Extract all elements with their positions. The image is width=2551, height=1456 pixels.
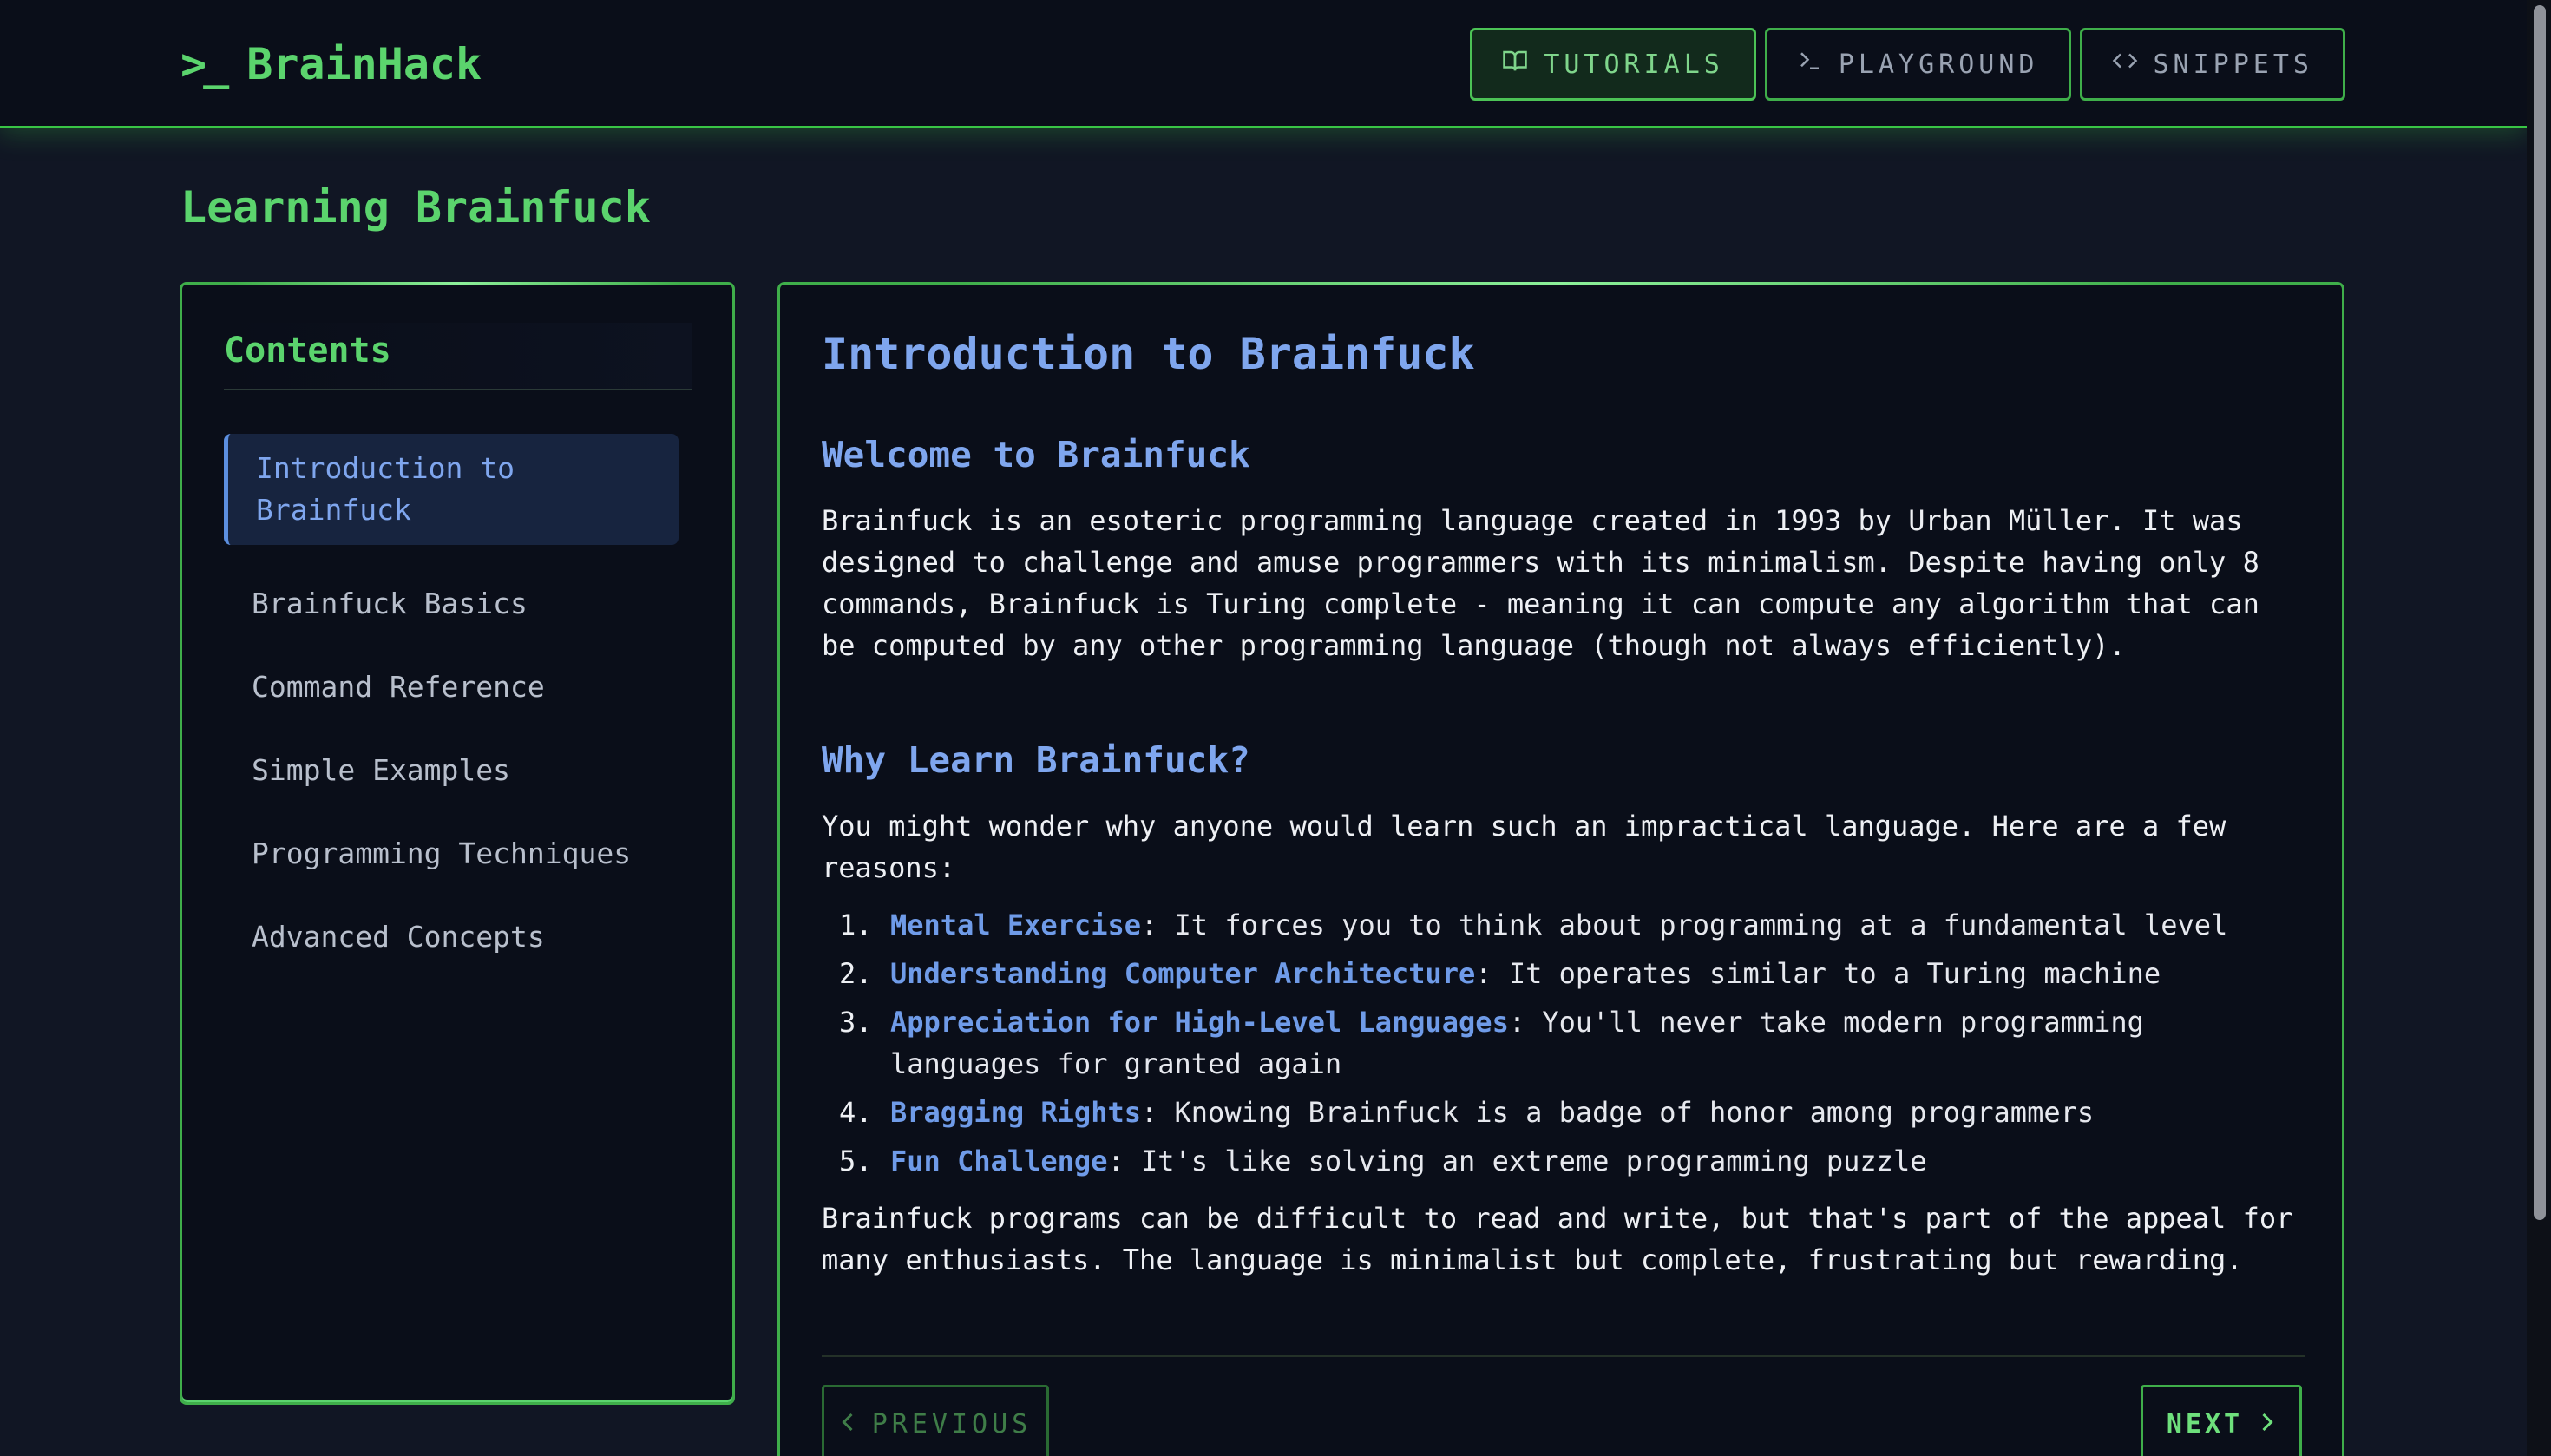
scrollbar-thumb[interactable] [2534,5,2546,1220]
reason-term: Appreciation for High-Level Languages [890,1006,1509,1039]
sidebar-item-label: Command Reference [252,670,545,704]
contents-heading: Contents [224,323,692,390]
list-item: 5. Fun Challenge: It's like solving an ex… [839,1144,1927,1177]
nav-snippets-label: SNIPPETS [2153,49,2313,80]
nav-tutorials-button[interactable]: TUTORIALS [1470,28,1756,101]
main-nav: TUTORIALS PLAYGROUND SNIPPETS [1470,28,2345,101]
reason-term: Mental Exercise [890,908,1141,941]
article-content: Introduction to Brainfuck Welcome to Bra… [822,326,2305,1281]
sidebar-item-simple-examples[interactable]: Simple Examples [224,729,679,812]
previous-label: PREVIOUS [871,1408,1033,1440]
brand-logo[interactable]: >_ BrainHack [180,36,482,92]
list-item: 4. Bragging Rights: Knowing Brainfuck is … [839,1096,2095,1129]
sidebar-item-label: Simple Examples [252,753,511,787]
article-title: Introduction to Brainfuck [822,329,1475,379]
terminal-icon [1797,48,1823,81]
contents-list: Introduction to Brainfuck Brainfuck Basi… [224,434,679,979]
sidebar-item-label: Brainfuck Basics [252,587,528,620]
reason-term: Fun Challenge [890,1144,1108,1177]
sidebar-item-programming-techniques[interactable]: Programming Techniques [224,812,679,895]
reasons-list: 1. Mental Exercise: It forces you to thin… [822,904,2305,1182]
list-item: 3. Appreciation for High-Level Languages:… [839,1006,2144,1080]
chevron-left-icon [839,1409,856,1440]
next-label: NEXT [2166,1408,2244,1440]
article-card: Introduction to Brainfuck Welcome to Bra… [777,282,2344,1456]
reason-term: Bragging Rights [890,1096,1141,1129]
nav-playground-button[interactable]: PLAYGROUND [1764,28,2071,101]
closing-paragraph: Brainfuck programs can be difficult to r… [822,1202,2293,1276]
reason-term: Understanding Computer Architecture [890,957,1476,990]
next-button[interactable]: NEXT [2141,1385,2302,1456]
top-header: >_ BrainHack TUTORIALS PLAYGROUND SNIPPE… [0,0,2527,128]
sidebar-item-advanced-concepts[interactable]: Advanced Concepts [224,895,679,979]
why-paragraph: You might wonder why anyone would learn … [822,810,2226,884]
sidebar-item-label: Advanced Concepts [252,920,545,954]
code-icon [2112,48,2138,81]
sidebar-item-label: Introduction to Brainfuck [256,451,515,527]
list-item: 1. Mental Exercise: It forces you to thin… [839,908,2228,941]
previous-button[interactable]: PREVIOUS [822,1385,1049,1456]
section-heading-welcome: Welcome to Brainfuck [822,434,1250,475]
nav-playground-label: PLAYGROUND [1838,49,2039,80]
pager-divider [822,1355,2305,1357]
chevron-right-icon [2259,1409,2276,1440]
nav-tutorials-label: TUTORIALS [1544,49,1724,80]
sidebar-item-basics[interactable]: Brainfuck Basics [224,562,679,646]
contents-sidebar: Contents Introduction to Brainfuck Brain… [180,282,735,1405]
sidebar-item-introduction[interactable]: Introduction to Brainfuck [224,434,679,545]
section-heading-why: Why Learn Brainfuck? [822,739,1250,781]
brand-name: BrainHack [246,39,482,89]
sidebar-item-command-reference[interactable]: Command Reference [224,646,679,729]
intro-paragraph: Brainfuck is an esoteric programming lan… [822,504,2259,662]
page-title: Learning Brainfuck [180,182,651,233]
nav-snippets-button[interactable]: SNIPPETS [2079,28,2345,101]
page-scrollbar[interactable] [2527,0,2551,1456]
sidebar-item-label: Programming Techniques [252,836,632,870]
terminal-prompt-icon: >_ [180,39,229,89]
book-icon [1502,48,1528,81]
list-item: 2. Understanding Computer Architecture: I… [839,957,2161,990]
page: >_ BrainHack TUTORIALS PLAYGROUND SNIPPE… [0,0,2551,1456]
